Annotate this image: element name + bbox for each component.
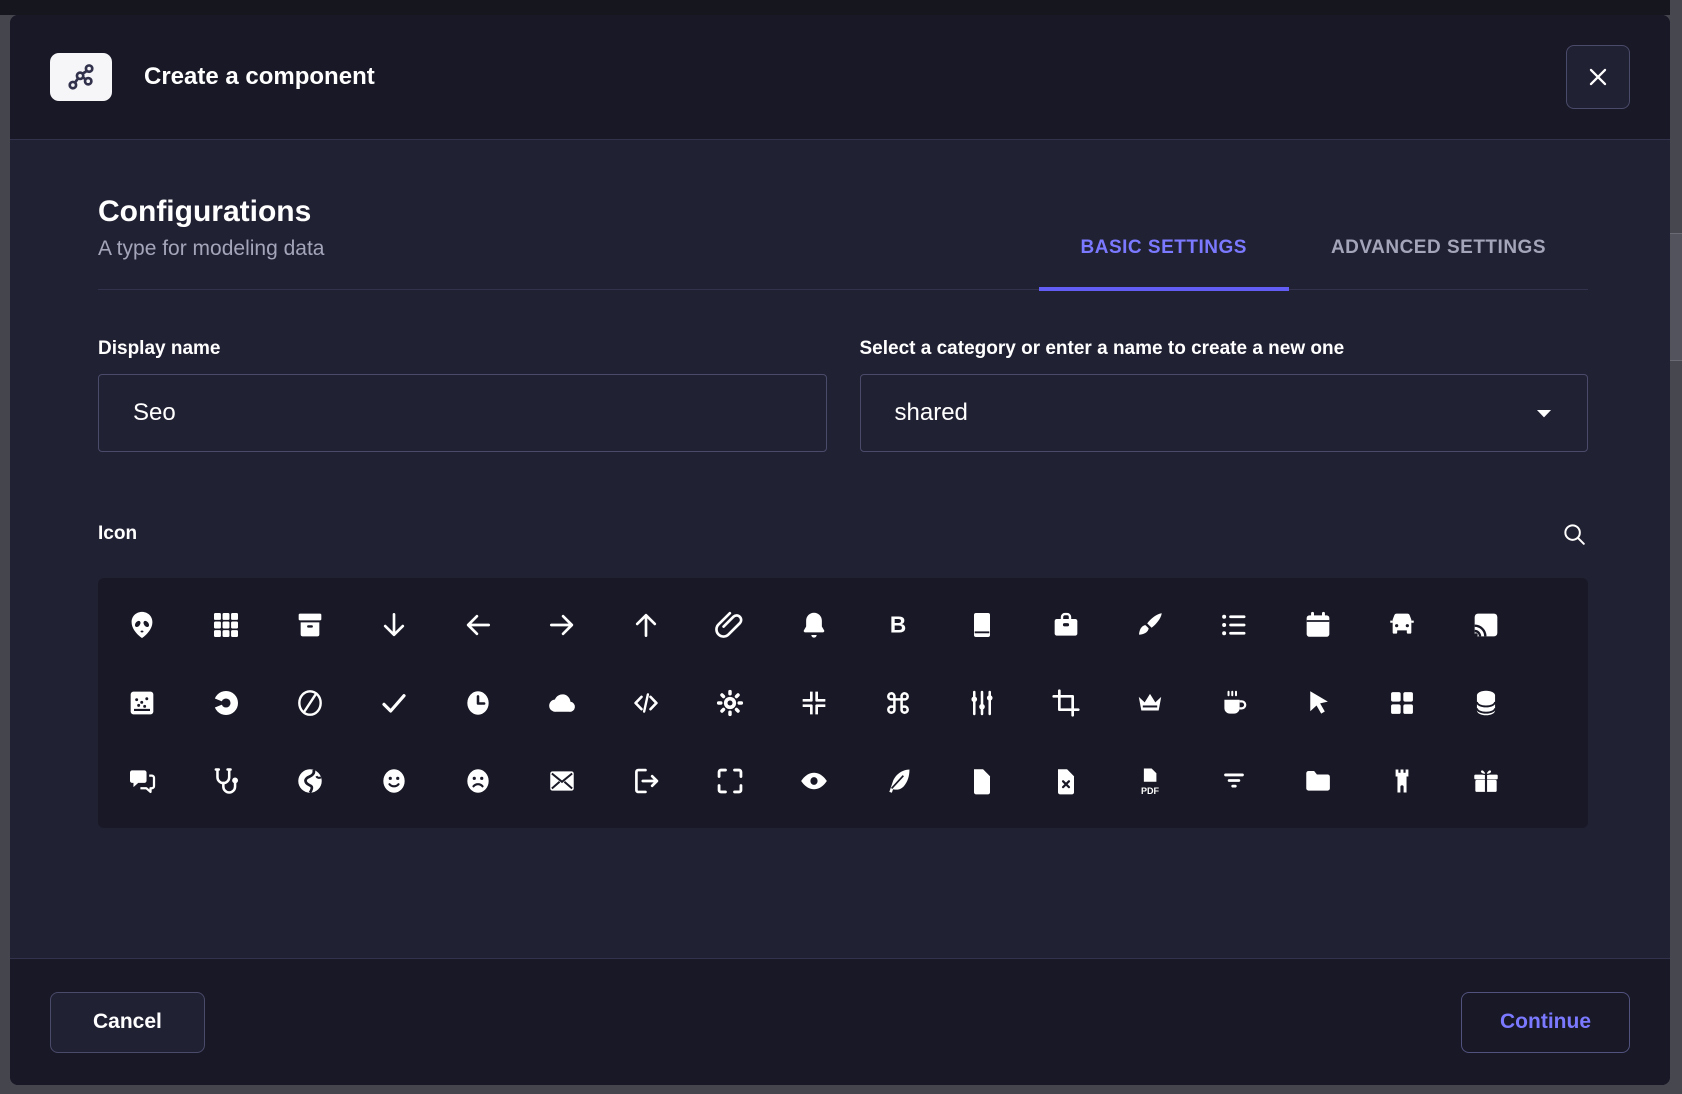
page-subtitle: A type for modeling data: [98, 237, 324, 261]
arrow-left-icon[interactable]: [456, 603, 500, 647]
check-icon[interactable]: [372, 681, 416, 725]
clock-icon[interactable]: [456, 681, 500, 725]
doctor-icon[interactable]: [204, 759, 248, 803]
page-scrollbar[interactable]: [1670, 0, 1682, 1094]
display-name-field: Display name: [98, 338, 827, 452]
page-title: Configurations: [98, 195, 324, 229]
filter-icon[interactable]: [1212, 759, 1256, 803]
eye-icon[interactable]: [792, 759, 836, 803]
alien-icon[interactable]: [120, 603, 164, 647]
fields-row: Display name Select a category or enter …: [98, 338, 1588, 452]
bold-icon[interactable]: B: [876, 603, 920, 647]
cast-icon[interactable]: [1464, 603, 1508, 647]
discuss-icon[interactable]: [120, 759, 164, 803]
category-field: Select a category or enter a name to cre…: [860, 338, 1589, 452]
svg-text:B: B: [890, 611, 906, 637]
component-icon: [50, 53, 112, 101]
expand-icon[interactable]: [708, 759, 752, 803]
briefcase-icon[interactable]: [1044, 603, 1088, 647]
continue-button[interactable]: Continue: [1461, 992, 1630, 1053]
connector-icon[interactable]: [960, 681, 1004, 725]
display-name-input[interactable]: [98, 374, 827, 452]
category-select[interactable]: shared: [860, 374, 1589, 452]
section-titles: Configurations A type for modeling data: [98, 195, 324, 289]
apps-icon[interactable]: [204, 603, 248, 647]
earth-icon[interactable]: [288, 759, 332, 803]
create-component-modal: Create a component Configurations A type…: [10, 15, 1670, 1085]
search-icon: [1560, 520, 1588, 548]
modal-title: Create a component: [144, 63, 1566, 91]
icon-grid: B PDF: [98, 578, 1588, 828]
modal-footer: Cancel Continue: [10, 958, 1670, 1085]
brush-icon[interactable]: [1128, 603, 1172, 647]
cloud-icon[interactable]: [540, 681, 584, 725]
display-name-label: Display name: [98, 338, 827, 360]
backdrop-top-strip: [0, 0, 1670, 15]
emotion-unhappy-icon[interactable]: [456, 759, 500, 803]
tab-basic-settings[interactable]: BASIC SETTINGS: [1039, 237, 1289, 289]
dashboard-icon[interactable]: [1380, 681, 1424, 725]
close-icon: [1585, 64, 1611, 90]
scrollbar-thumb[interactable]: [1670, 233, 1682, 361]
icon-label: Icon: [98, 523, 137, 545]
cursor-icon[interactable]: [1296, 681, 1340, 725]
modal-header: Create a component: [10, 15, 1670, 140]
arrow-right-icon[interactable]: [540, 603, 584, 647]
arrow-up-icon[interactable]: [624, 603, 668, 647]
archive-icon[interactable]: [288, 603, 332, 647]
bullet-list-icon[interactable]: [1212, 603, 1256, 647]
emotion-happy-icon[interactable]: [372, 759, 416, 803]
tab-advanced-settings[interactable]: ADVANCED SETTINGS: [1289, 237, 1588, 289]
collapse-icon[interactable]: [792, 681, 836, 725]
feather-icon[interactable]: [876, 759, 920, 803]
database-icon[interactable]: [1464, 681, 1508, 725]
book-icon[interactable]: [960, 603, 1004, 647]
file-pdf-icon[interactable]: PDF: [1128, 759, 1172, 803]
chart-pie-icon[interactable]: [288, 681, 332, 725]
cancel-button[interactable]: Cancel: [50, 992, 205, 1053]
attachment-icon[interactable]: [708, 603, 752, 647]
section-header: Configurations A type for modeling data …: [98, 195, 1588, 290]
icon-row: Icon: [98, 520, 1588, 548]
folder-icon[interactable]: [1296, 759, 1340, 803]
close-button[interactable]: [1566, 45, 1630, 109]
crop-icon[interactable]: [1044, 681, 1088, 725]
crown-icon[interactable]: [1128, 681, 1172, 725]
modal-body: Configurations A type for modeling data …: [10, 140, 1670, 958]
cog-icon[interactable]: [708, 681, 752, 725]
chart-circle-icon[interactable]: [204, 681, 248, 725]
file-icon[interactable]: [960, 759, 1004, 803]
command-icon[interactable]: [876, 681, 920, 725]
bell-icon[interactable]: [792, 603, 836, 647]
chevron-down-icon: [1531, 400, 1557, 426]
car-icon[interactable]: [1380, 603, 1424, 647]
category-label: Select a category or enter a name to cre…: [860, 338, 1589, 360]
gate-icon[interactable]: [1380, 759, 1424, 803]
calendar-icon[interactable]: [1296, 603, 1340, 647]
category-select-value: shared: [895, 399, 968, 427]
cup-icon[interactable]: [1212, 681, 1256, 725]
arrow-down-icon[interactable]: [372, 603, 416, 647]
tabs: BASIC SETTINGSADVANCED SETTINGS: [1039, 237, 1588, 289]
chart-bubble-icon[interactable]: [120, 681, 164, 725]
envelope-icon[interactable]: [540, 759, 584, 803]
file-error-icon[interactable]: [1044, 759, 1088, 803]
exit-icon[interactable]: [624, 759, 668, 803]
search-button[interactable]: [1560, 520, 1588, 548]
gift-icon[interactable]: [1464, 759, 1508, 803]
svg-text:PDF: PDF: [1141, 786, 1160, 796]
code-icon[interactable]: [624, 681, 668, 725]
